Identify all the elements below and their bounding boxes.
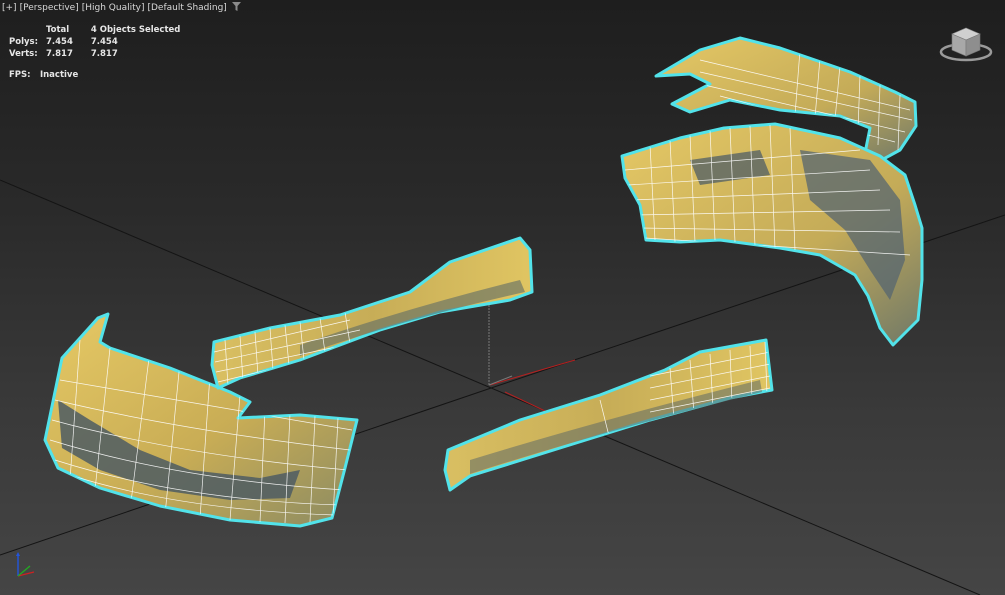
stats-col-selected: 4 Objects Selected [90,25,181,35]
axis-tripod-icon [10,550,40,582]
fps-label: FPS: [9,70,31,80]
scene-canvas[interactable] [0,0,1005,595]
filter-icon[interactable] [231,2,241,14]
viewport-menu-perspective[interactable]: [Perspective] [20,3,79,13]
viewport-menu-plus[interactable]: [+] [2,3,17,13]
verts-label: Verts: [9,49,38,59]
stats-overlay: Total 4 Objects Selected Polys: 7.454 7.… [9,25,188,61]
viewcube-icon[interactable] [938,20,994,64]
viewport-menu-shading[interactable]: [Default Shading] [147,3,226,13]
polys-label: Polys: [9,37,38,47]
viewport-menu-quality[interactable]: [High Quality] [82,3,145,13]
verts-selected: 7.817 [90,49,118,59]
polys-total: 7.454 [45,37,73,47]
verts-total: 7.817 [45,49,73,59]
viewport-perspective[interactable]: [+] [Perspective] [High Quality] [Defaul… [0,0,1005,595]
rear-bumper-mesh [620,122,924,347]
side-skirt-left-mesh [210,236,534,390]
viewport-label-bar: [+] [Perspective] [High Quality] [Defaul… [2,2,244,14]
fps-value: Inactive [39,70,79,80]
stats-col-total: Total [45,25,70,35]
side-skirt-right-mesh [443,338,774,492]
fps-overlay: FPS: Inactive [9,70,78,80]
polys-selected: 7.454 [90,37,118,47]
